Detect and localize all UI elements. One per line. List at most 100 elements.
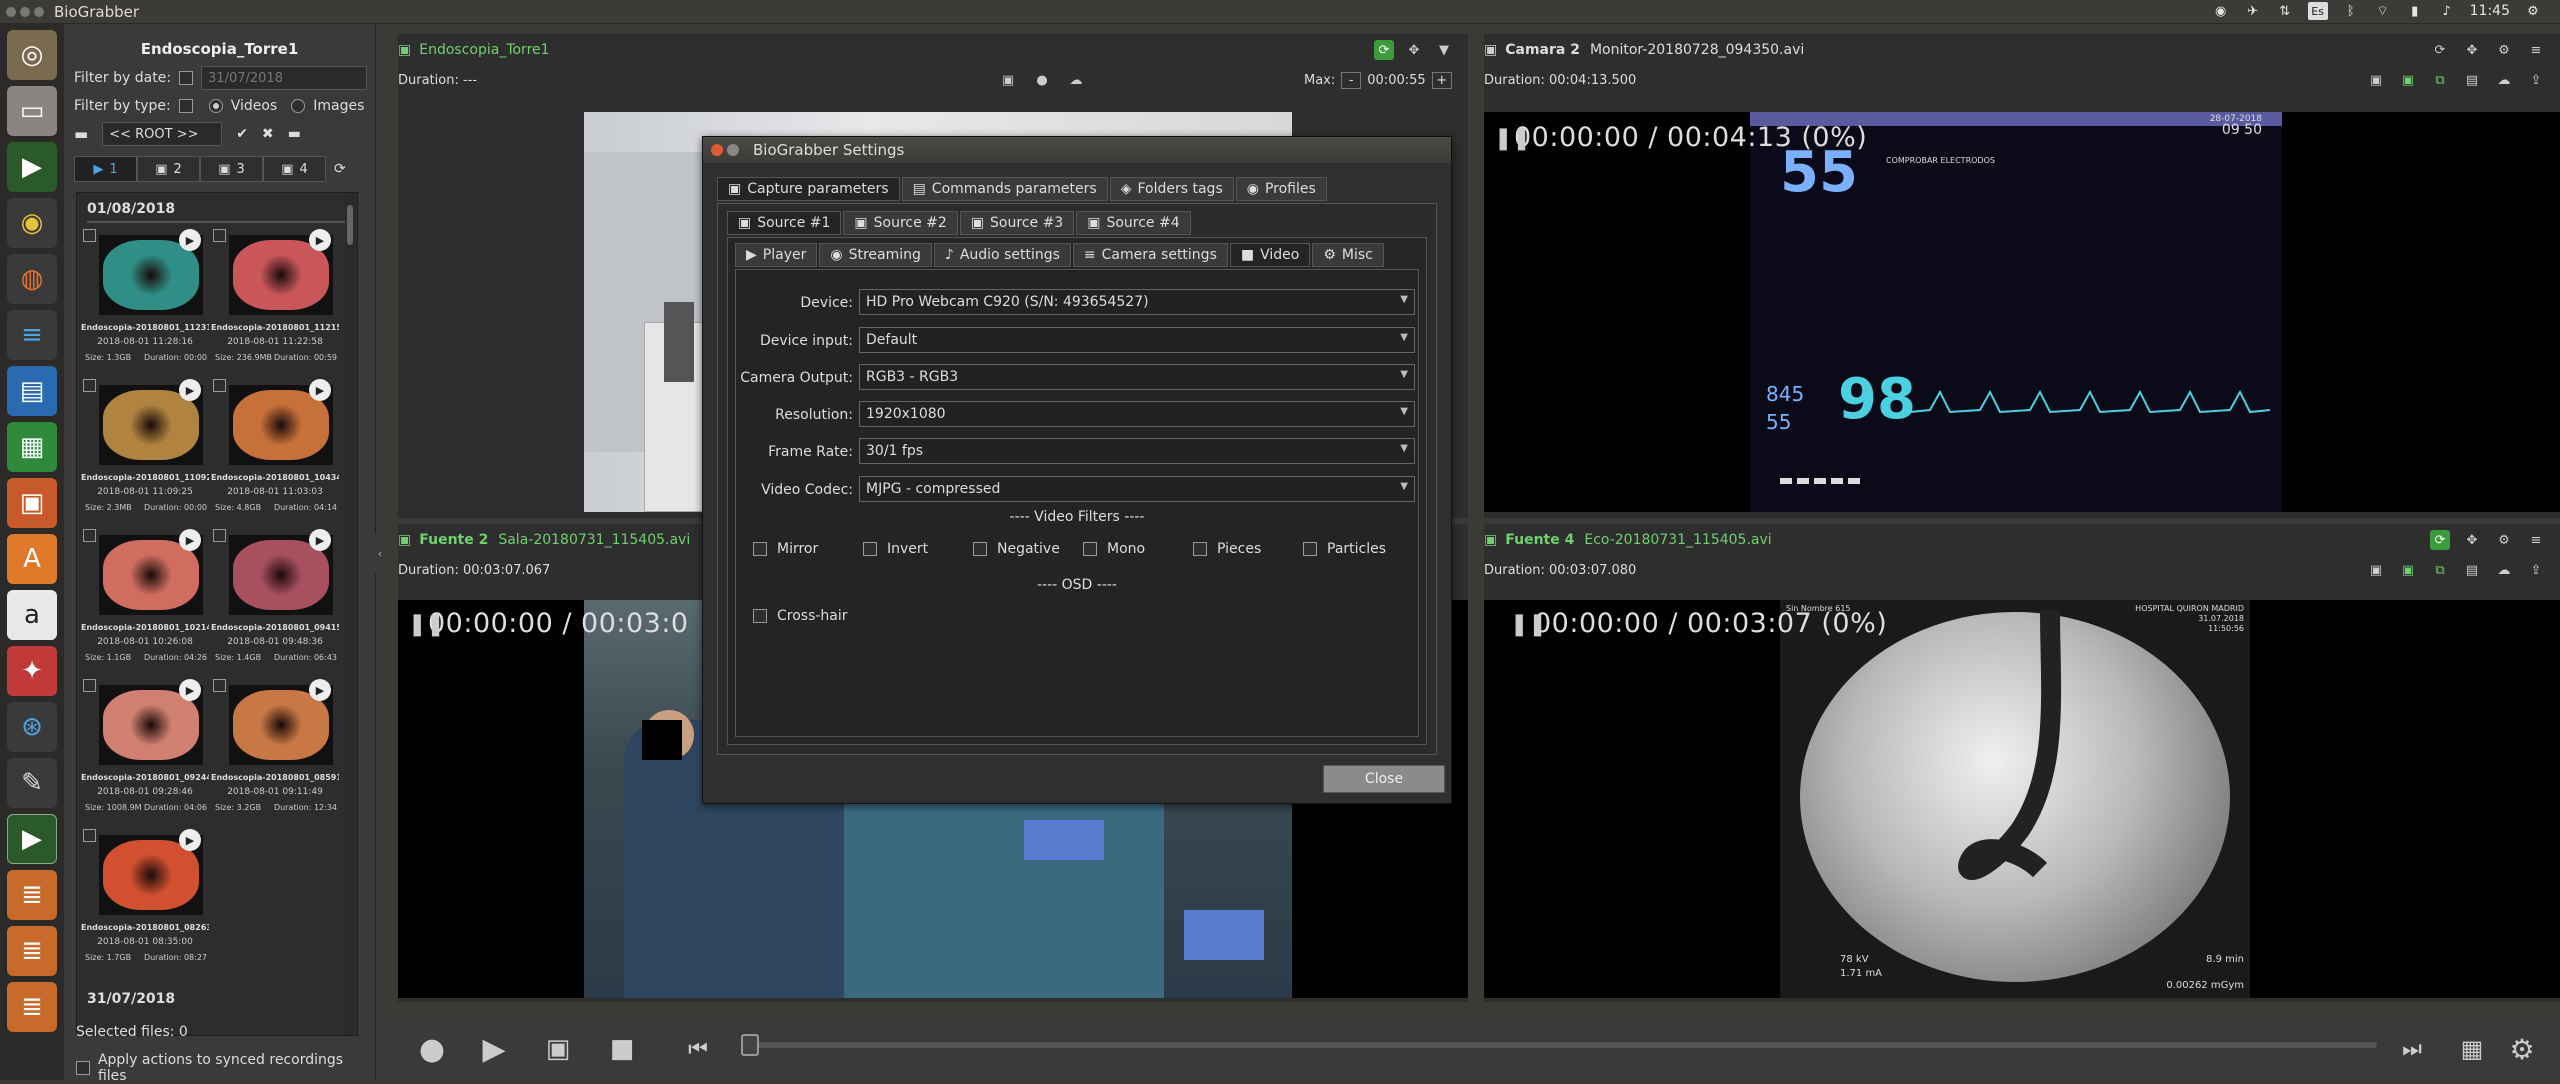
maximize-window-button[interactable]	[34, 6, 44, 17]
tab-misc[interactable]: ⚙ Misc	[1312, 243, 1384, 267]
filter-mirror[interactable]: Mirror	[753, 541, 818, 557]
settings-icon[interactable]: ⚙	[2494, 40, 2514, 60]
record-icon[interactable]: ▣	[2398, 560, 2418, 580]
pause-icon[interactable]: ❚❚	[408, 612, 445, 637]
images-radio[interactable]	[291, 99, 306, 113]
recording-thumbnail[interactable]: ▶ Endoscopia-20180801_092446 2018-08-01 09…	[81, 677, 211, 823]
play-icon[interactable]: ▶	[309, 229, 331, 251]
close-window-button[interactable]	[6, 6, 16, 17]
max-decrement[interactable]: -	[1341, 71, 1362, 89]
tab-capture-parameters[interactable]: ▣ Capture parameters	[717, 177, 900, 201]
play-button[interactable]: ▶	[472, 1027, 516, 1071]
dialog-close-icon[interactable]	[711, 144, 723, 156]
network-icon[interactable]: ⊛	[7, 702, 57, 752]
tab-camera-settings[interactable]: ≡ Camera settings	[1072, 243, 1228, 267]
move-icon[interactable]: ✥	[2462, 40, 2482, 60]
settings-icon[interactable]: ✦	[7, 646, 57, 696]
snapshot-icon[interactable]: ▣	[2366, 560, 2386, 580]
filter-particles[interactable]: Particles	[1303, 541, 1386, 557]
source-tab-3[interactable]: ▣ 3	[200, 156, 263, 182]
transfer-tray-icon[interactable]: ⇅	[2276, 2, 2294, 20]
firefox-icon[interactable]: ◍	[7, 254, 57, 304]
amazon-icon[interactable]: a	[7, 590, 57, 640]
impress-icon[interactable]: ▣	[7, 478, 57, 528]
upload-icon[interactable]: ⇪	[2526, 70, 2546, 90]
recording-thumbnail[interactable]: ▶ Endoscopia-20180801_102146 2018-08-01 10…	[81, 527, 211, 673]
cancel-icon[interactable]: ✖	[262, 126, 274, 142]
play-icon[interactable]: ▶	[179, 379, 201, 401]
play-icon[interactable]: ▶	[179, 529, 201, 551]
record-video-button[interactable]: ■	[600, 1027, 644, 1071]
resolution-select[interactable]: 1920x1080 ▼	[859, 401, 1415, 427]
tab-source-1[interactable]: ▣ Source #1	[727, 211, 842, 235]
files-icon[interactable]: ▭	[7, 86, 57, 136]
thumbnail-checkbox[interactable]	[213, 679, 226, 692]
software-center-icon[interactable]: A	[7, 534, 57, 584]
settings-icon[interactable]: ⚙	[2494, 530, 2514, 550]
sync-button[interactable]: ⟳	[2430, 530, 2450, 550]
recording-thumbnail[interactable]: ▶ Endoscopia-20180801_112316 2018-08-01 11…	[81, 227, 211, 373]
filter-invert[interactable]: Invert	[863, 541, 928, 557]
telegram-tray-icon[interactable]: ✈	[2244, 2, 2262, 20]
upload-icon[interactable]: ⇪	[2526, 560, 2546, 580]
move-icon[interactable]: ✥	[1404, 40, 1424, 60]
device-input-select[interactable]: Default ▼	[859, 327, 1415, 353]
play-icon[interactable]: ▶	[179, 829, 201, 851]
tab-video[interactable]: ■ Video	[1229, 243, 1311, 267]
snapshot-button[interactable]: ▣	[536, 1027, 580, 1071]
close-button[interactable]: Close	[1323, 765, 1445, 793]
stack-icon-2[interactable]: ≣	[7, 926, 57, 976]
thumbnail-checkbox[interactable]	[83, 679, 96, 692]
tab-commands-parameters[interactable]: ▤ Commands parameters	[901, 177, 1108, 201]
play-icon[interactable]: ▶	[179, 229, 201, 251]
gear-icon[interactable]: ⚙	[2524, 2, 2542, 20]
window-controls[interactable]	[6, 6, 44, 17]
export-icon[interactable]: ⧉	[2430, 560, 2450, 580]
collapse-panel-handle[interactable]: ‹	[375, 534, 385, 574]
minimize-window-button[interactable]	[20, 6, 30, 17]
stack-icon-3[interactable]: ≣	[7, 982, 57, 1032]
recording-thumbnail[interactable]: ▶ Endoscopia-20180801_112158 2018-08-01 11…	[211, 227, 341, 373]
thumbnail-checkbox[interactable]	[213, 529, 226, 542]
video-codec-select[interactable]: MJPG - compressed ▼	[859, 476, 1415, 502]
tab-source-4[interactable]: ▣ Source #4	[1076, 211, 1191, 235]
chrome-tray-icon[interactable]: ◉	[2212, 2, 2230, 20]
filter-mono[interactable]: Mono	[1083, 541, 1145, 557]
seek-bar[interactable]	[741, 1034, 2377, 1056]
videos-radio[interactable]	[208, 99, 223, 113]
tab-source-3[interactable]: ▣ Source #3	[959, 211, 1075, 235]
stack-icon[interactable]: ≣	[7, 870, 57, 920]
bluetooth-icon[interactable]: ᛒ	[2342, 2, 2360, 20]
apply-synced-checkbox[interactable]	[76, 1061, 90, 1075]
tab-profiles[interactable]: ◉ Profiles	[1235, 177, 1327, 201]
tools-icon[interactable]: ✎	[7, 758, 57, 808]
max-duration-value[interactable]: 00:00:55	[1367, 73, 1425, 88]
source-tab-4[interactable]: ▣ 4	[263, 156, 326, 182]
video-player-2[interactable]: 55 COMPROBAR ELECTRODOS 28-07-2018 09 50…	[1484, 112, 2560, 512]
confirm-icon[interactable]: ✔	[236, 126, 248, 142]
thumbnail-checkbox[interactable]	[213, 229, 226, 242]
volume-icon[interactable]: ♪	[2438, 2, 2456, 20]
thumbnail-checkbox[interactable]	[83, 379, 96, 392]
wifi-icon[interactable]: ⌔	[2374, 2, 2392, 20]
settings-button[interactable]: ⚙	[2500, 1027, 2544, 1071]
recordings-scrollbar[interactable]	[345, 193, 355, 1035]
record-icon[interactable]: ▣	[2398, 70, 2418, 90]
filter-negative[interactable]: Negative	[973, 541, 1060, 557]
rewind-button[interactable]: ⏮	[676, 1027, 720, 1071]
recording-thumbnail[interactable]: ▶ Endoscopia-20180801_094151 2018-08-01 09…	[211, 527, 341, 673]
biograbber-icon[interactable]: ▶	[7, 814, 57, 864]
filter-date-picker[interactable]: 31/07/2018	[201, 66, 368, 90]
folder-icon[interactable]: ▬	[74, 125, 88, 143]
dialog-minimize-icon[interactable]	[727, 144, 739, 156]
clock[interactable]: 11:45	[2470, 3, 2510, 19]
video-app-icon[interactable]: ▶	[7, 142, 57, 192]
stop-button[interactable]: ●	[410, 1027, 454, 1071]
tab-audio-settings[interactable]: ♪ Audio settings	[933, 243, 1071, 267]
max-increment[interactable]: +	[1431, 71, 1452, 89]
forward-button[interactable]: ⏭	[2390, 1027, 2434, 1071]
osd-crosshair[interactable]: Cross-hair	[753, 608, 848, 624]
menu-icon[interactable]: ≡	[2526, 530, 2546, 550]
thumbnail-checkbox[interactable]	[83, 829, 96, 842]
stream-icon[interactable]: ☁	[2494, 560, 2514, 580]
